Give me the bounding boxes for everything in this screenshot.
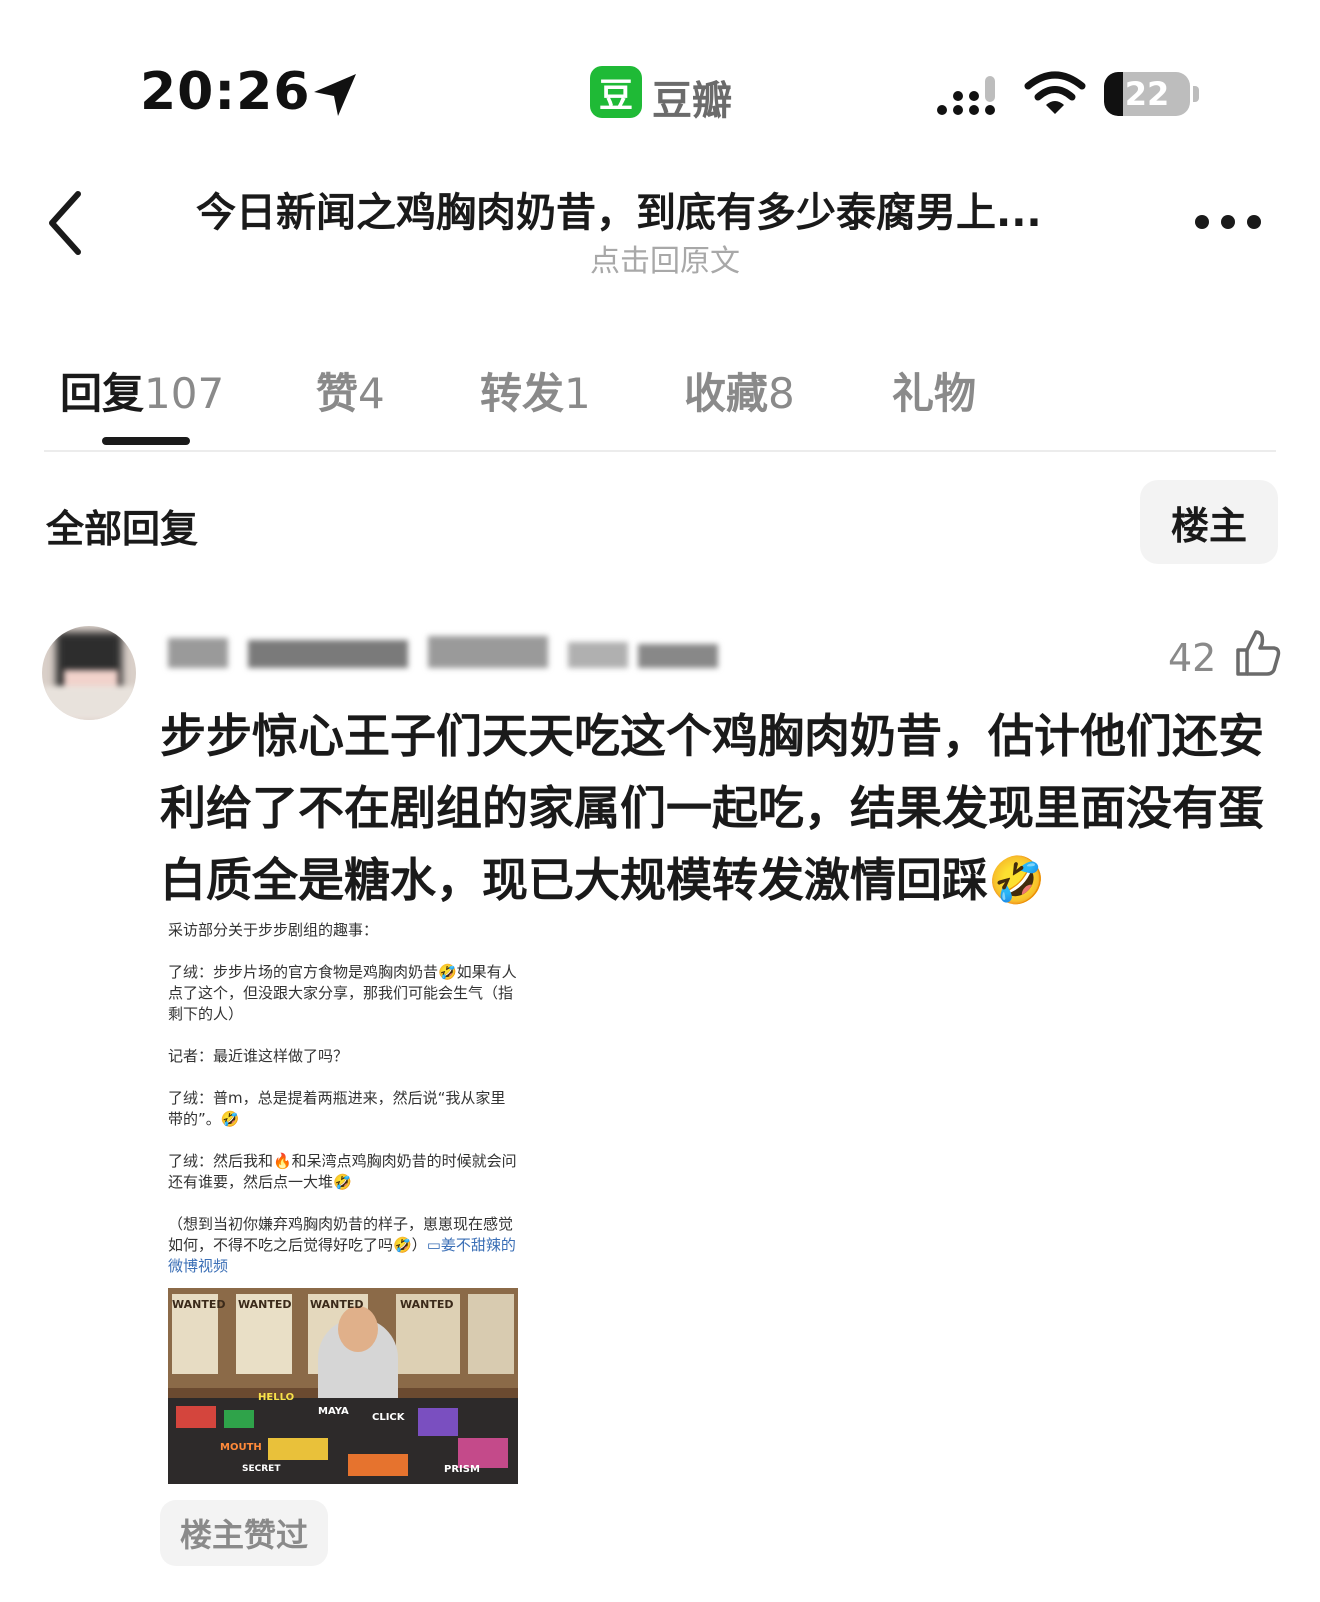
tab-label: 赞 — [316, 369, 359, 418]
embedded-body-text: 采访部分关于步步剧组的趣事： 了绒：步步片场的官方食物是鸡胸肉奶昔🤣如果有人点了… — [168, 921, 517, 1254]
poster-text: WANTED — [400, 1298, 454, 1311]
all-replies-heading: 全部回复 — [46, 507, 199, 551]
cellular-signal-icon — [937, 76, 995, 115]
active-tab-indicator — [102, 437, 190, 445]
tab-likes[interactable]: 赞4 — [316, 360, 385, 421]
status-time: 20:26 — [140, 62, 311, 122]
back-to-original-link[interactable]: 点击回原文 — [200, 236, 1130, 280]
tab-label: 回复 — [60, 369, 145, 418]
poster-text: WANTED — [238, 1298, 292, 1311]
username-redacted[interactable] — [168, 634, 728, 674]
tab-label: 收藏 — [684, 369, 769, 418]
op-liked-badge: 楼主赞过 — [160, 1500, 328, 1566]
embedded-screenshot[interactable]: 采访部分关于步步剧组的趣事： 了绒：步步片场的官方食物是鸡胸肉奶昔🤣如果有人点了… — [168, 920, 518, 1277]
sticker-text: HELLO — [258, 1392, 295, 1403]
battery-nub — [1193, 86, 1199, 102]
tab-label: 转发 — [480, 369, 565, 418]
back-chevron-icon[interactable] — [42, 188, 90, 258]
tab-count: 1 — [564, 369, 591, 418]
post-title[interactable]: 今日新闻之鸡胸肉奶昔，到底有多少泰腐男上... — [196, 180, 1126, 238]
tab-count: 4 — [358, 369, 385, 418]
more-options-icon[interactable] — [1194, 210, 1262, 234]
sticker-text: MAYA — [318, 1406, 349, 1417]
battery-level: 22 — [1124, 75, 1170, 113]
tab-replies[interactable]: 回复107 — [60, 360, 224, 421]
comment-body: 步步惊心王子们天天吃这个鸡胸肉奶昔，估计他们还安利给了不在剧组的家属们一起吃，结… — [160, 709, 1264, 907]
wifi-icon — [1024, 71, 1086, 114]
poster-text: WANTED — [310, 1298, 364, 1311]
app-name: 豆瓣 — [652, 78, 732, 124]
tabs-divider — [44, 450, 1276, 452]
tab-count: 107 — [144, 369, 225, 418]
sticker-text: CLICK — [372, 1412, 405, 1423]
battery-indicator: 22 — [1104, 72, 1190, 116]
sticker-text: PRISM — [444, 1464, 480, 1475]
poster-text: WANTED — [172, 1298, 226, 1311]
avatar[interactable] — [42, 626, 136, 720]
tab-collections[interactable]: 收藏8 — [684, 360, 795, 421]
op-only-filter-button[interactable]: 楼主 — [1140, 480, 1278, 564]
sticker-text: MOUTH — [220, 1442, 262, 1453]
thumbs-up-icon[interactable] — [1234, 628, 1282, 678]
sticker-text: SECRET — [242, 1464, 281, 1474]
tab-gifts[interactable]: 礼物 — [892, 360, 976, 421]
tab-label: 礼物 — [892, 369, 977, 418]
embedded-text: 采访部分关于步步剧组的趣事： 了绒：步步片场的官方食物是鸡胸肉奶昔🤣如果有人点了… — [168, 920, 518, 1277]
comment-like-count: 42 — [1168, 636, 1217, 680]
tab-count: 8 — [768, 369, 795, 418]
douban-app-icon: 豆 — [590, 66, 642, 118]
location-arrow-icon — [314, 74, 356, 116]
embedded-video-thumbnail[interactable]: WANTED WANTED WANTED WANTED MAYA HELLO C… — [168, 1288, 518, 1484]
tab-reposts[interactable]: 转发1 — [480, 360, 591, 421]
